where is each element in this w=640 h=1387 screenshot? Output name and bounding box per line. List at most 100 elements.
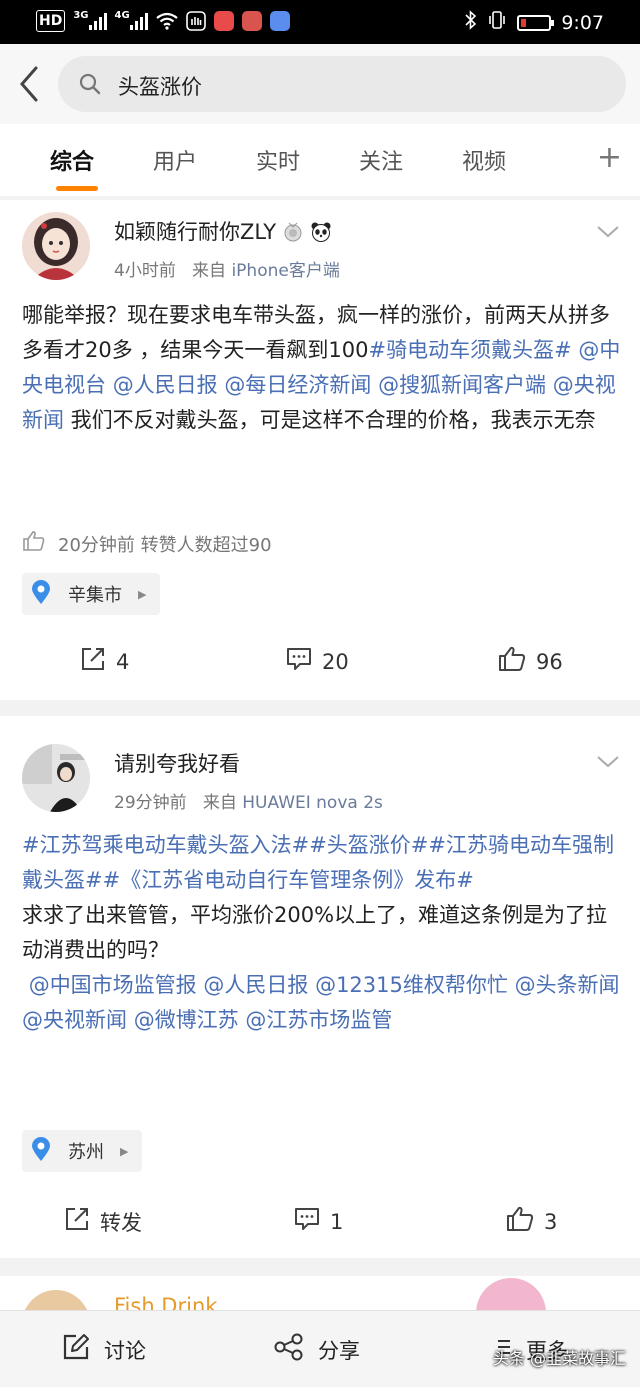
tab-realtime[interactable]: 实时 xyxy=(256,144,300,176)
avatar[interactable] xyxy=(22,744,90,812)
comment-button[interactable]: 1 xyxy=(294,1206,343,1237)
app-notification-icon xyxy=(213,11,234,31)
mention-link[interactable]: @搜狐新闻客户端 xyxy=(378,373,546,397)
post-text-segment xyxy=(620,973,627,997)
discuss-button[interactable]: 讨论 xyxy=(62,1333,146,1366)
add-tab-icon[interactable]: + xyxy=(597,143,622,173)
source-prefix: 来自 xyxy=(202,793,237,813)
post-author[interactable]: 如颖随行耐你ZLY xyxy=(114,216,332,246)
repost-icon xyxy=(80,646,106,677)
shop-notification-icon xyxy=(241,11,262,31)
location-name: 辛集市 xyxy=(68,585,122,606)
caret-right-icon: ▶ xyxy=(138,587,147,601)
tab-users[interactable]: 用户 xyxy=(153,144,197,176)
post-author[interactable]: 请别夸我好看 xyxy=(114,748,240,778)
battery-icon xyxy=(517,14,555,31)
active-tab-indicator xyxy=(56,186,98,191)
repost-button[interactable]: 转发 xyxy=(64,1206,142,1237)
repost-count: 4 xyxy=(116,649,130,674)
location-tag[interactable]: 辛集市 ▶ xyxy=(22,573,161,615)
location-name: 苏州 xyxy=(68,1142,104,1163)
discuss-label: 讨论 xyxy=(104,1338,146,1363)
likes-summary-text: 20分钟前 转赞人数超过90 xyxy=(58,534,272,556)
mention-link[interactable]: @头条新闻 xyxy=(515,973,620,997)
post-actions: 转发 1 3 xyxy=(0,1206,640,1250)
post-time: 4小时前 xyxy=(114,261,176,281)
post-text: #江苏驾乘电动车戴头盔入法##头盔涨价##江苏骑电动车强制戴头盔##《江苏省电动… xyxy=(22,828,622,1038)
bluetooth-icon xyxy=(465,10,477,35)
post-card: 请别夸我好看 29分钟前 来自 HUAWEI nova 2s #江苏驾乘电动车戴… xyxy=(0,716,640,1258)
search-header: 头盔涨价 xyxy=(0,44,640,124)
post-time: 29分钟前 xyxy=(114,793,187,813)
post-text: 哪能举报？现在要求电车带头盔，疯一样的涨价，前两天从拼多多看才20多 ，结果今天… xyxy=(22,298,622,438)
chevron-down-icon[interactable] xyxy=(596,224,620,238)
repost-label: 转发 xyxy=(100,1210,142,1235)
share-button[interactable]: 分享 xyxy=(274,1333,360,1366)
like-icon xyxy=(506,1206,534,1237)
mention-link[interactable]: @微博江苏 xyxy=(134,1008,239,1032)
panda-badge-icon xyxy=(310,221,332,243)
post-meta: 4小时前 来自 iPhone客户端 xyxy=(114,256,340,281)
location-pin-icon xyxy=(30,579,52,610)
post-meta: 29分钟前 来自 HUAWEI nova 2s xyxy=(114,788,383,813)
wifi-icon xyxy=(156,10,178,32)
signal-4g-icon: 4G xyxy=(115,10,148,32)
post-card: 如颖随行耐你ZLY 4小时前 来自 iPhone客户端 哪能举报？现在要求电车带… xyxy=(0,200,640,700)
hd-indicator: HD xyxy=(36,10,66,32)
avatar[interactable] xyxy=(22,212,90,280)
music-notification-icon xyxy=(269,11,290,31)
mention-link[interactable]: @央视新闻 xyxy=(22,1008,127,1032)
likes-summary: 20分钟前 转赞人数超过90 xyxy=(22,530,272,557)
post-text-segment xyxy=(127,1008,134,1032)
comment-count: 1 xyxy=(330,1209,344,1234)
tab-following[interactable]: 关注 xyxy=(359,144,403,176)
comment-count: 20 xyxy=(322,649,349,674)
vibrate-icon xyxy=(487,10,507,35)
tab-videos[interactable]: 视频 xyxy=(462,144,506,176)
mention-link[interactable]: @每日经济新闻 xyxy=(224,373,371,397)
share-label: 分享 xyxy=(318,1338,360,1363)
mention-link[interactable]: @人民日报 xyxy=(203,973,308,997)
comment-button[interactable]: 20 xyxy=(286,646,349,677)
watermark: 头条 @韭菜故事汇 xyxy=(492,1349,626,1368)
tab-comprehensive[interactable]: 综合 xyxy=(50,144,94,176)
comment-icon xyxy=(294,1206,320,1237)
search-input[interactable]: 头盔涨价 xyxy=(58,56,626,112)
like-button[interactable]: 3 xyxy=(506,1206,557,1237)
post-source: HUAWEI nova 2s xyxy=(242,793,383,813)
post-text-segment xyxy=(106,373,113,397)
caret-right-icon: ▶ xyxy=(120,1144,129,1158)
chevron-down-icon[interactable] xyxy=(596,754,620,768)
location-tag[interactable]: 苏州 ▶ xyxy=(22,1130,143,1172)
mention-link[interactable]: @江苏市场监管 xyxy=(245,1008,392,1032)
signal-3g-icon: 3G xyxy=(73,10,107,32)
comment-icon xyxy=(286,646,312,677)
author-name: 如颖随行耐你ZLY xyxy=(114,220,277,244)
hashtag-link[interactable]: #江苏驾乘电动车戴头盔入法##头盔涨价##江苏骑电动车强制戴头盔##《江苏省电动… xyxy=(22,833,614,892)
search-query: 头盔涨价 xyxy=(118,75,202,99)
filter-tabs: 综合 用户 实时 关注 视频 + xyxy=(0,124,640,196)
repost-button[interactable]: 4 xyxy=(80,646,129,677)
like-button[interactable]: 96 xyxy=(498,646,563,677)
bottom-action-bar: 讨论 分享 更多 头条 @韭菜故事汇 xyxy=(0,1310,640,1387)
hand-icon xyxy=(185,10,206,32)
post-text-segment xyxy=(546,373,553,397)
post-actions: 4 20 96 xyxy=(0,646,640,690)
back-arrow-icon[interactable] xyxy=(14,64,46,104)
repost-icon xyxy=(64,1206,90,1237)
location-pin-icon xyxy=(30,1136,52,1167)
post-source: iPhone客户端 xyxy=(231,261,340,281)
edit-icon xyxy=(62,1333,90,1366)
like-count: 3 xyxy=(544,1209,558,1234)
post-text-segment xyxy=(508,973,515,997)
net-label-4g: 4G xyxy=(114,10,130,21)
share-icon xyxy=(274,1333,304,1366)
source-prefix: 来自 xyxy=(192,261,227,281)
status-bar: HD 3G 4G 9:07 xyxy=(0,0,640,44)
mention-link[interactable]: @中国市场监管报 xyxy=(29,973,197,997)
mention-link[interactable]: @人民日报 xyxy=(113,373,218,397)
net-label-3g: 3G xyxy=(73,10,89,21)
mention-link[interactable]: @12315维权帮你忙 xyxy=(315,973,508,997)
post-text-segment: 我们不反对戴头盔，可是这样不合理的价格，我表示无奈 xyxy=(64,408,596,432)
hashtag-link[interactable]: #骑电动车须戴头盔# xyxy=(368,338,571,362)
